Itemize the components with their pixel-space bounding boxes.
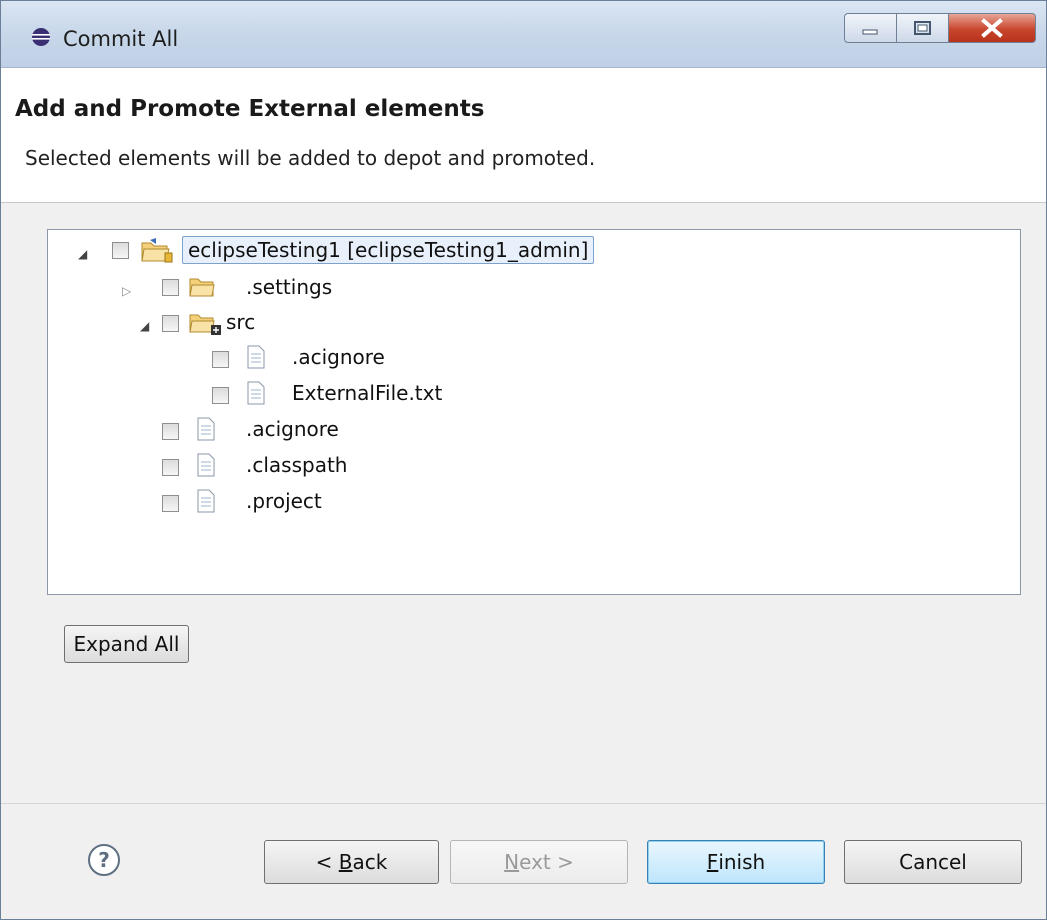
close-icon <box>981 18 1003 38</box>
expand-arrow-icon[interactable]: ▷ <box>122 284 131 298</box>
close-button[interactable] <box>948 13 1036 43</box>
cancel-button[interactable]: Cancel <box>844 840 1022 884</box>
finish-button-rest: inish <box>718 850 766 874</box>
checkbox-external-file[interactable] <box>212 387 229 404</box>
footer-divider <box>1 803 1046 804</box>
maximize-icon <box>914 21 931 35</box>
maximize-button[interactable] <box>896 13 949 43</box>
help-icon[interactable]: ? <box>88 844 120 876</box>
checkbox-src[interactable] <box>162 315 179 332</box>
checkbox-settings[interactable] <box>162 279 179 296</box>
checkbox-src-acignore[interactable] <box>212 351 229 368</box>
next-button[interactable]: Next > <box>450 840 628 884</box>
tree-item-external-file[interactable]: ExternalFile.txt <box>292 381 442 405</box>
checkbox-project[interactable] <box>162 495 179 512</box>
eclipse-logo-icon <box>32 28 50 46</box>
source-folder-icon <box>189 314 221 335</box>
file-icon <box>247 345 265 369</box>
finish-button[interactable]: Finish <box>647 840 825 884</box>
minimize-button[interactable] <box>844 13 897 43</box>
collapse-arrow-icon[interactable]: ◢ <box>78 247 87 261</box>
back-button-mnemonic: B <box>338 850 353 874</box>
project-folder-icon <box>141 238 173 263</box>
collapse-arrow-icon[interactable]: ◢ <box>140 319 149 333</box>
tree-item-src[interactable]: src <box>226 310 255 334</box>
folder-icon <box>189 278 215 297</box>
next-button-rest: ext > <box>519 850 574 874</box>
page-description: Selected elements will be added to depot… <box>25 146 596 170</box>
commit-all-dialog: Commit All Add and Promote External elem… <box>0 0 1047 920</box>
tree-item-settings[interactable]: .settings <box>246 275 332 299</box>
tree-item-root[interactable]: eclipseTesting1 [eclipseTesting1_admin] <box>182 236 595 264</box>
next-button-mnemonic: N <box>504 850 520 874</box>
element-tree[interactable]: ◢ eclipseTesting1 [eclipseTesting1_admin… <box>47 229 1021 595</box>
expand-all-button[interactable]: Expand All <box>64 625 189 663</box>
tree-item-acignore[interactable]: .acignore <box>246 417 339 441</box>
back-button-prefix: < <box>315 850 339 874</box>
title-bar: Commit All <box>1 1 1046 68</box>
page-title: Add and Promote External elements <box>15 96 485 122</box>
checkbox-root[interactable] <box>112 242 129 259</box>
wizard-header: Add and Promote External elements Select… <box>1 68 1046 203</box>
file-icon <box>247 381 265 405</box>
tree-item-project[interactable]: .project <box>246 489 322 513</box>
file-icon <box>197 489 215 513</box>
minimize-icon <box>862 29 878 35</box>
checkbox-classpath[interactable] <box>162 459 179 476</box>
tree-item-classpath[interactable]: .classpath <box>246 453 347 477</box>
back-button-rest: ack <box>352 850 388 874</box>
file-icon <box>197 417 215 441</box>
file-icon <box>197 453 215 477</box>
finish-button-mnemonic: F <box>706 850 719 874</box>
tree-item-src-acignore[interactable]: .acignore <box>292 345 385 369</box>
window-title: Commit All <box>63 27 179 51</box>
back-button[interactable]: < Back <box>264 840 439 884</box>
checkbox-acignore[interactable] <box>162 423 179 440</box>
